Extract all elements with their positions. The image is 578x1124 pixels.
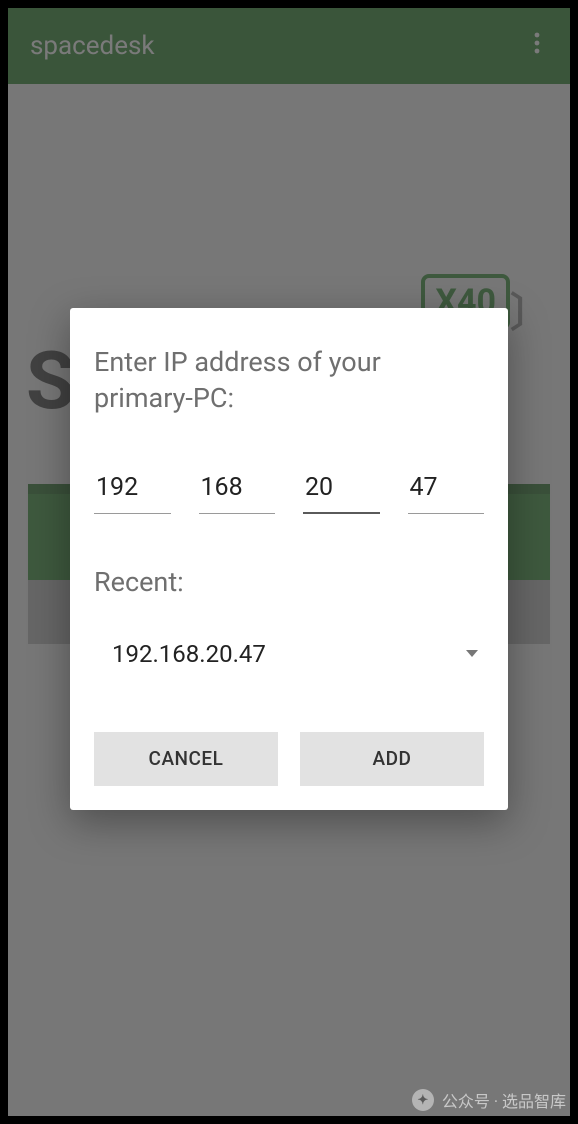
dialog-button-row: CANCEL ADD — [94, 732, 484, 786]
dialog-title: Enter IP address of your primary-PC: — [94, 344, 484, 417]
ip-entry-dialog: Enter IP address of your primary-PC: Rec… — [70, 308, 508, 810]
cancel-button[interactable]: CANCEL — [94, 732, 278, 786]
add-button[interactable]: ADD — [300, 732, 484, 786]
recent-dropdown[interactable]: 192.168.20.47 — [94, 634, 484, 674]
ip-octet-1-input[interactable] — [94, 467, 171, 514]
ip-input-row — [94, 467, 484, 514]
recent-selected-value: 192.168.20.47 — [112, 640, 266, 668]
ip-octet-4-input[interactable] — [408, 467, 485, 514]
wechat-icon: ✦ — [412, 1089, 434, 1111]
chevron-down-icon — [466, 650, 478, 657]
recent-label: Recent: — [94, 566, 484, 598]
watermark-text: 公众号 · 选品智库 — [442, 1088, 566, 1112]
app-frame: spacedesk X40 〕 S Enter IP address of yo… — [8, 8, 570, 1116]
ip-octet-2-input[interactable] — [199, 467, 276, 514]
watermark: ✦ 公众号 · 选品智库 — [412, 1088, 566, 1112]
ip-octet-3-input[interactable] — [303, 467, 380, 514]
